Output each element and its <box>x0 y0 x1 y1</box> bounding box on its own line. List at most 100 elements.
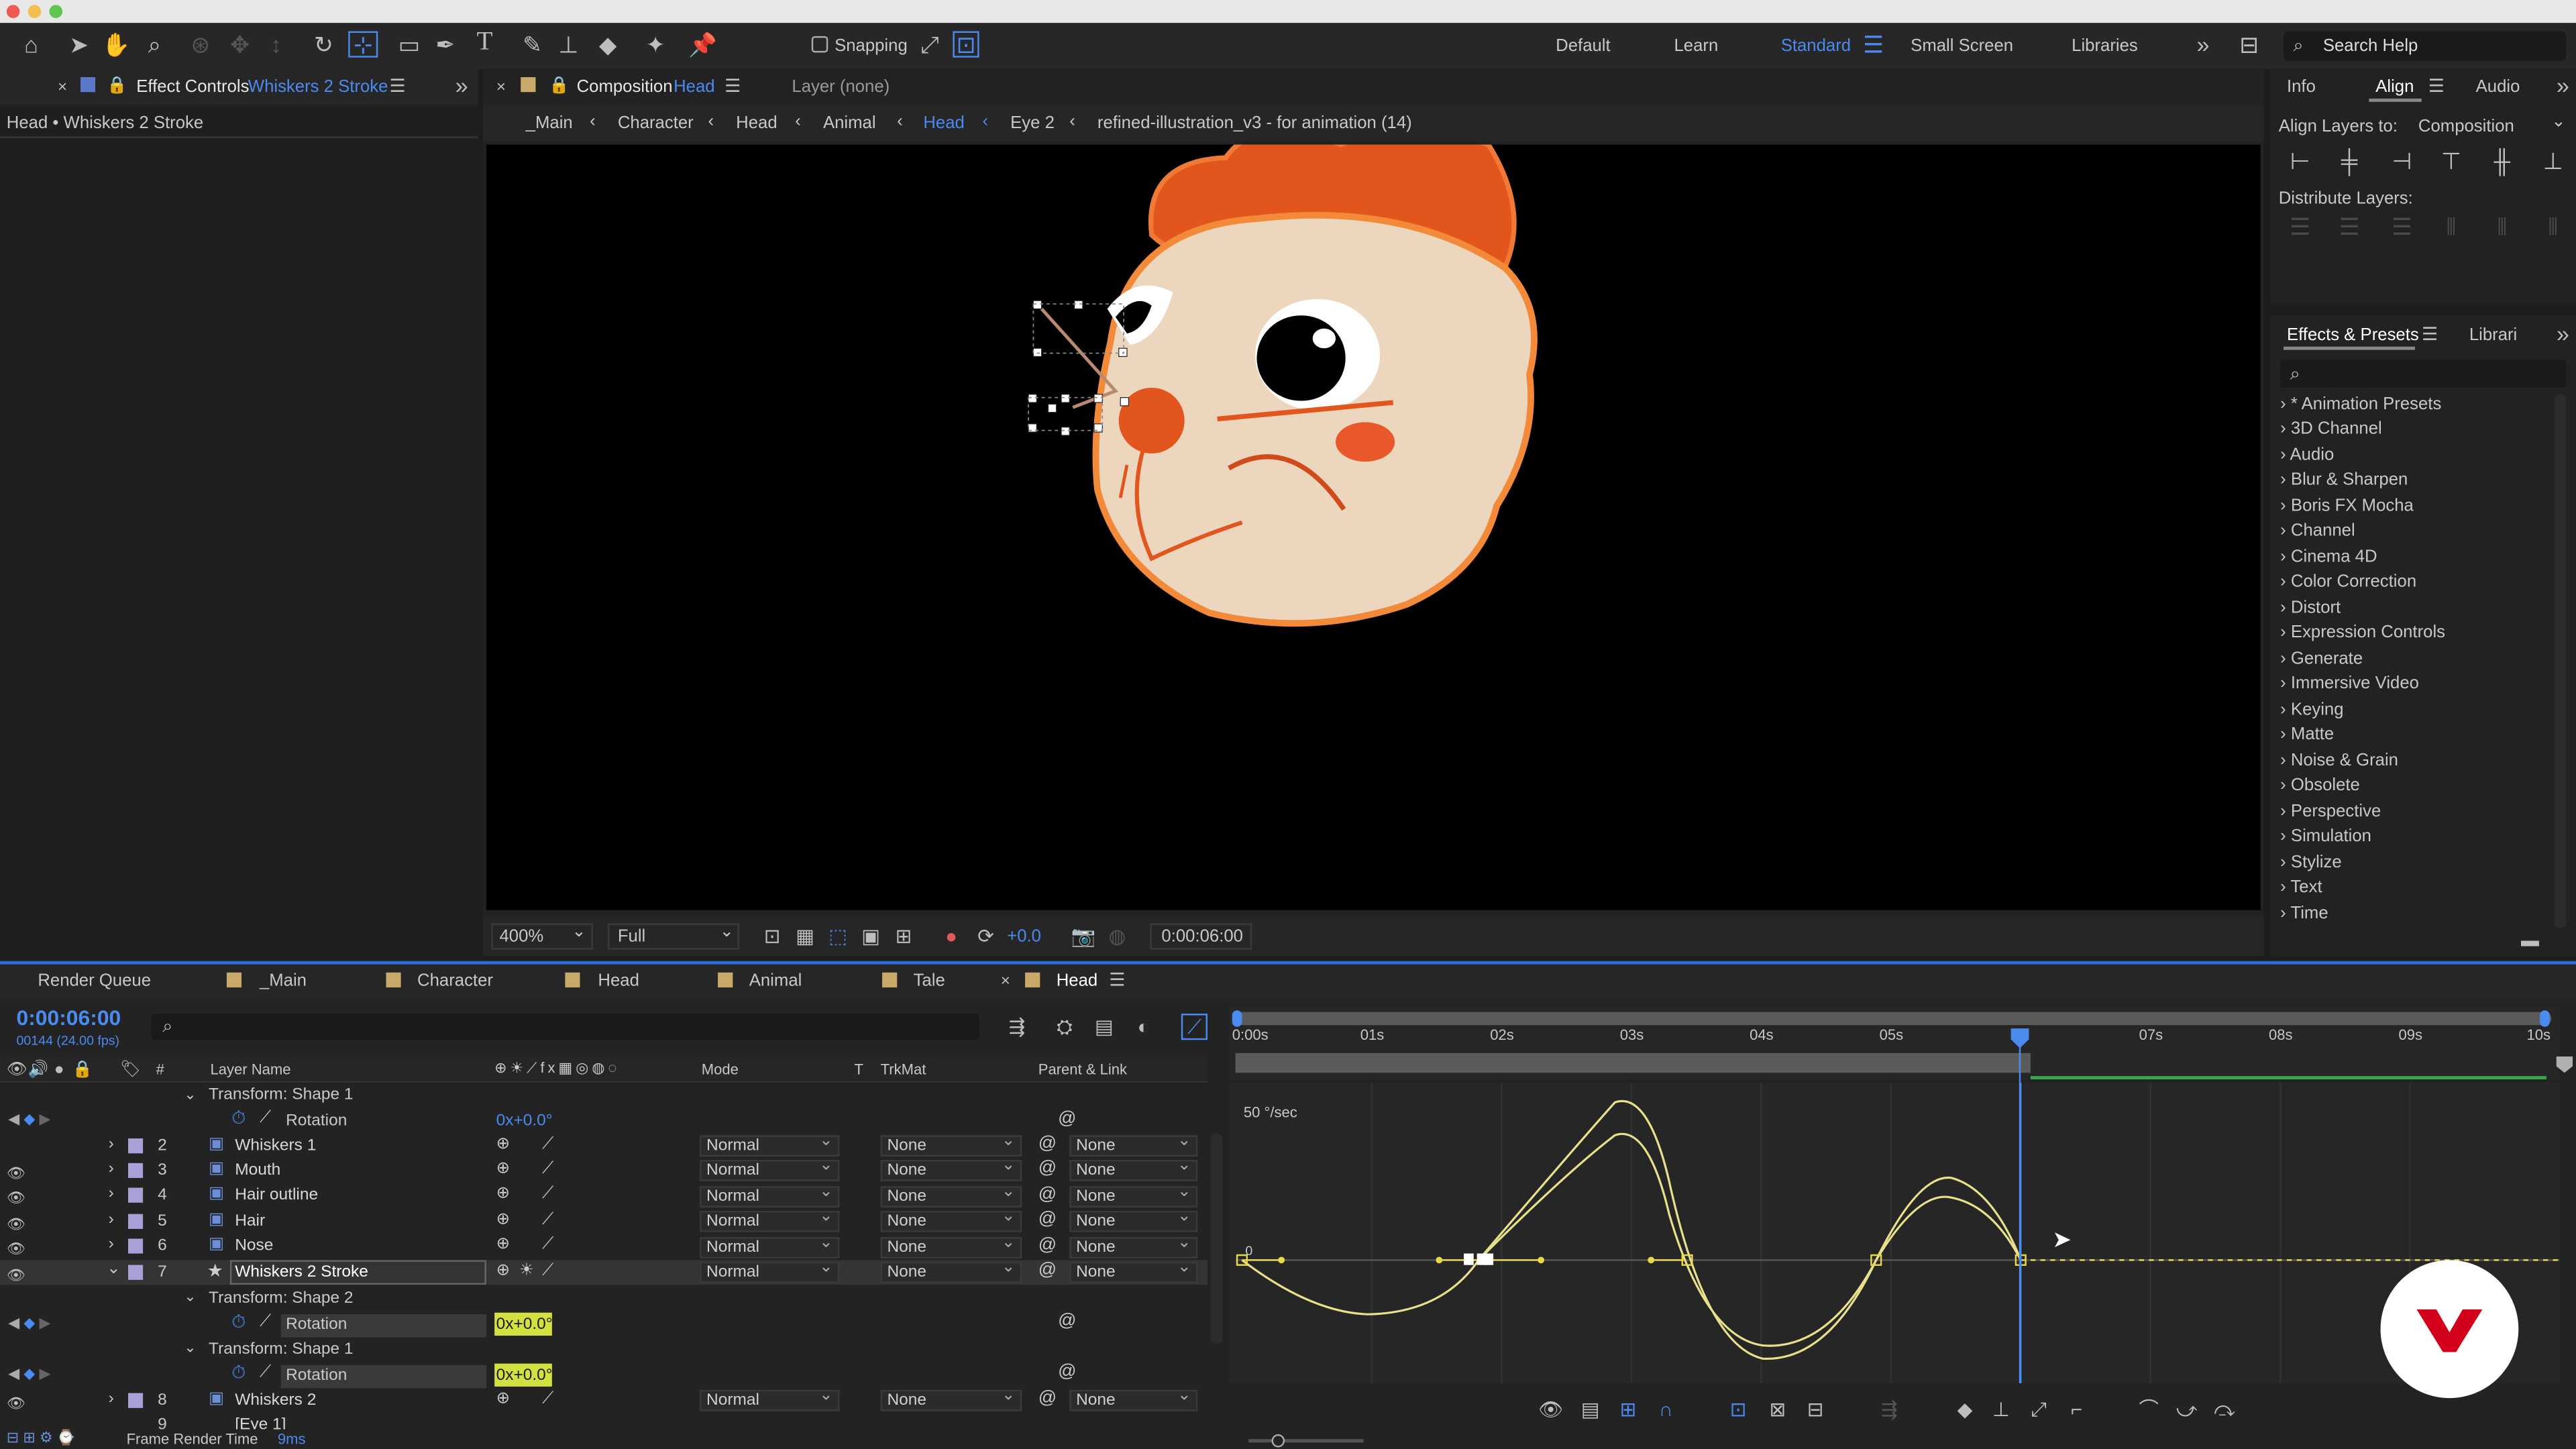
align-hcenter-icon[interactable]: ╪ <box>2336 150 2362 172</box>
parent-pickwhip-icon[interactable]: @ <box>1038 1185 1057 1204</box>
parent-pickwhip-icon[interactable]: @ <box>1038 1236 1057 1255</box>
label-color-swatch[interactable] <box>128 1238 144 1254</box>
tab-main[interactable]: _Main <box>260 971 307 990</box>
label-color-swatch[interactable] <box>128 1265 144 1280</box>
auto-zoom-height-icon[interactable]: ⊡ <box>1725 1398 1751 1421</box>
graph-options-icon[interactable]: ▤ <box>1577 1398 1603 1421</box>
expand-arrow-icon[interactable]: › <box>109 1390 114 1408</box>
graph-toggle-icon[interactable]: ⟋ <box>260 1364 271 1382</box>
trkmat-select[interactable]: None <box>880 1258 1022 1283</box>
quality-switch-icon[interactable]: ⟋ <box>542 1185 553 1203</box>
parent-select[interactable]: None <box>1069 1157 1198 1181</box>
label-color-swatch[interactable] <box>128 1393 144 1408</box>
table-row[interactable] <box>0 1134 1208 1159</box>
blend-mode-select[interactable]: Normal <box>700 1234 840 1258</box>
parent-select[interactable]: None <box>1069 1183 1198 1208</box>
quality-switch-icon[interactable]: ⟋ <box>542 1135 553 1153</box>
tab-render-queue[interactable]: Render Queue <box>38 971 151 990</box>
effects-search-input[interactable] <box>2280 360 2567 388</box>
stopwatch-icon[interactable]: ⏱ <box>231 1364 246 1385</box>
expand-arrow-icon[interactable]: ⌄ <box>184 1339 196 1357</box>
convert-linear-icon[interactable]: ⌐ <box>2063 1398 2090 1421</box>
timeline-menu-icon[interactable]: ☰ <box>1108 969 1127 992</box>
clone-stamp-tool-icon[interactable]: ⊥ <box>555 33 582 56</box>
layer-name[interactable]: Hair outline <box>235 1186 318 1204</box>
effect-category[interactable]: › Blur & Sharpen <box>2280 470 2408 494</box>
quality-switch-icon[interactable]: ⟋ <box>542 1211 553 1229</box>
frame-blending-icon[interactable]: ◐ <box>1132 1015 1155 1038</box>
effect-category[interactable]: › Text <box>2280 877 2322 902</box>
transform-box-icon[interactable]: ⊞ <box>1615 1398 1641 1421</box>
align-overflow-icon[interactable]: » <box>2551 74 2574 97</box>
separate-dimensions-icon[interactable]: ⇶ <box>1876 1398 1902 1421</box>
hand-tool-icon[interactable]: ✋ <box>102 33 131 56</box>
workspace-small-screen[interactable]: Small Screen <box>1911 36 2013 56</box>
panel-menu-icon[interactable]: ☰ <box>388 76 407 99</box>
shy-switch-icon[interactable]: ⊕ <box>496 1185 511 1203</box>
layer-name[interactable]: Hair <box>235 1212 265 1230</box>
layer-name[interactable]: Whiskers 2 <box>235 1391 316 1409</box>
align-bottom-icon[interactable]: ⊥ <box>2540 150 2566 172</box>
expression-pickwhip-icon[interactable]: @ <box>1058 1109 1076 1128</box>
blend-mode-select[interactable]: Normal <box>700 1258 840 1283</box>
workspace-default[interactable]: Default <box>1556 36 1611 56</box>
align-vcenter-icon[interactable]: ╫ <box>2489 150 2515 172</box>
guides-icon[interactable]: ⊞ <box>892 925 915 948</box>
keyframe-nav-icon[interactable]: ◀ ◆ ▶ <box>8 1314 50 1332</box>
effect-category[interactable]: › Boris FX Mocha <box>2280 496 2414 521</box>
type-tool-icon[interactable]: T <box>472 29 498 55</box>
trkmat-select[interactable]: None <box>880 1183 1022 1208</box>
distribute-left-icon[interactable]: ⦀ <box>2438 215 2464 238</box>
layer-viewer-tab[interactable]: Layer (none) <box>792 77 890 97</box>
blend-mode-select[interactable]: Normal <box>700 1183 840 1208</box>
tab-libraries[interactable]: Librari <box>2469 325 2517 345</box>
shy-switch-icon[interactable]: ⊕ <box>496 1211 511 1229</box>
label-tag-icon[interactable]: 🏷 <box>120 1060 141 1083</box>
composition-tab-label[interactable]: Composition <box>577 77 673 97</box>
trkmat-select[interactable]: None <box>880 1208 1022 1232</box>
snap-features-icon[interactable]: ⊡ <box>953 31 979 58</box>
parent-select[interactable]: None <box>1069 1208 1198 1232</box>
exposure-value[interactable]: +0.0 <box>1007 926 1041 946</box>
shy-switch-icon[interactable]: ⊕ <box>496 1236 511 1254</box>
show-snapshot-icon[interactable]: ◍ <box>1106 925 1128 948</box>
trkmat-select[interactable]: None <box>880 1157 1022 1181</box>
effect-category[interactable]: › Distort <box>2280 598 2341 623</box>
expand-arrow-icon[interactable]: › <box>109 1135 114 1153</box>
audio-icon[interactable]: 🔊 <box>28 1060 48 1083</box>
parent-pickwhip-icon[interactable]: @ <box>1038 1134 1057 1153</box>
tab-head-active[interactable]: Head <box>1057 971 1097 990</box>
blend-mode-select[interactable]: Normal <box>700 1157 840 1181</box>
composition-tab-name[interactable]: Head <box>674 77 714 97</box>
selection-tool-icon[interactable]: ➤ <box>66 33 92 56</box>
workspace-menu-icon[interactable]: ☰ <box>1863 33 1884 56</box>
easy-ease-in-icon[interactable]: ⤻ <box>2174 1398 2200 1421</box>
keyframe-nav-icon[interactable]: ◀ ◆ ▶ <box>8 1365 50 1383</box>
minimize-window-dot[interactable] <box>28 5 42 18</box>
shy-switch-icon[interactable]: ⊕ <box>496 1390 511 1408</box>
blend-mode-select[interactable]: Normal <box>700 1208 840 1232</box>
effect-category[interactable]: › Matte <box>2280 724 2334 749</box>
layer-search-input[interactable] <box>151 1014 979 1040</box>
quality-switch-icon[interactable]: ⟋ <box>542 1262 553 1280</box>
layer-name[interactable]: Whiskers 2 Stroke <box>235 1263 368 1281</box>
effect-category[interactable]: › Audio <box>2280 445 2334 470</box>
tab-head[interactable]: Head <box>598 971 639 990</box>
easy-ease-icon[interactable]: ⌒ <box>2136 1398 2162 1421</box>
anchor-point-tool-icon[interactable]: ⊹ <box>348 31 378 58</box>
effects-scrollbar[interactable] <box>2555 394 2567 928</box>
quality-switch-icon[interactable]: ⟋ <box>542 1236 553 1254</box>
breadcrumb-eye-2[interactable]: Eye 2 <box>1010 113 1055 133</box>
graph-toggle-icon[interactable]: ⟋ <box>260 1109 271 1127</box>
snapshot-region-icon[interactable]: ⊡ <box>761 925 784 948</box>
effect-category[interactable]: › * Animation Presets <box>2280 394 2441 419</box>
rectangle-tool-icon[interactable]: ▭ <box>396 33 422 56</box>
trkmat-select[interactable]: None <box>880 1234 1022 1258</box>
roto-brush-tool-icon[interactable]: ✦ <box>643 33 669 56</box>
align-layers-to-select[interactable]: Composition <box>2418 117 2514 136</box>
effect-category[interactable]: › Stylize <box>2280 853 2341 877</box>
label-color-swatch[interactable] <box>128 1187 144 1203</box>
label-color-swatch[interactable] <box>128 1214 144 1229</box>
breadcrumb-main[interactable]: _Main <box>526 113 573 133</box>
home-icon[interactable]: ⌂ <box>16 33 46 56</box>
